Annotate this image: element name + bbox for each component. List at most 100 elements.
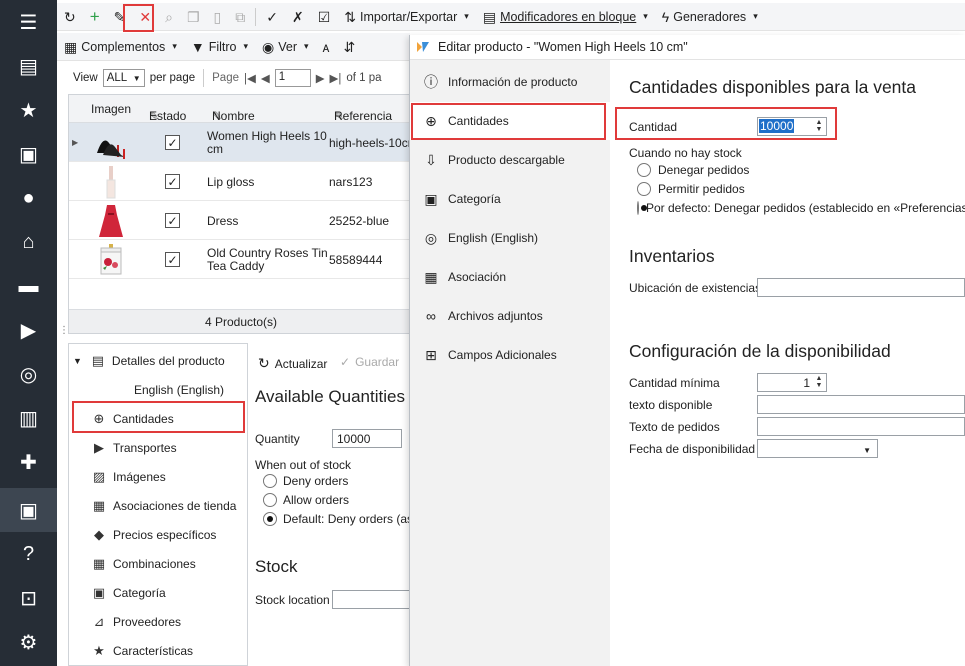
comment-icon[interactable]: ▬ bbox=[0, 264, 57, 308]
pager-bar: View ALL ▼ per page Page |◀ ◀ 1 ▶ ▶| of 1… bbox=[68, 66, 413, 90]
next-page-icon[interactable]: ▶ bbox=[316, 71, 325, 85]
inbox-icon[interactable]: ▣ bbox=[0, 132, 57, 176]
allow-orders-radio[interactable]: Permitir pedidos bbox=[637, 182, 745, 196]
chart-icon[interactable]: ▥ bbox=[0, 396, 57, 440]
stock-location-input[interactable] bbox=[332, 590, 414, 609]
nav-item-extra-fields[interactable]: ⊞ Campos Adicionales bbox=[410, 336, 610, 374]
quantity-input[interactable]: 10000 bbox=[332, 429, 402, 448]
prev-page-icon[interactable]: ◀ bbox=[261, 71, 270, 85]
tree-item-specific-prices[interactable]: ◆ Precios específicos bbox=[91, 524, 269, 546]
default-orders-radio[interactable]: Por defecto: Denegar pedidos (establecid… bbox=[637, 201, 965, 215]
radio-button[interactable] bbox=[263, 474, 277, 488]
page-number-input[interactable]: 1 bbox=[274, 69, 311, 87]
status-checkbox[interactable]: ✓ bbox=[165, 213, 180, 228]
order-text-input[interactable] bbox=[757, 417, 965, 436]
filter-menu[interactable]: ▼ Filtro bbox=[184, 35, 255, 59]
tree-item-shop-associations[interactable]: ▦ Asociaciones de tienda bbox=[91, 495, 269, 517]
table-row[interactable]: ▶ ✓ Women High Heels 10 cm high-heels-10… bbox=[69, 123, 413, 162]
stock-location-input[interactable] bbox=[757, 278, 965, 297]
nav-item-downloadable[interactable]: ⇩ Producto descargable bbox=[410, 141, 610, 179]
status-cell[interactable]: ✓ bbox=[165, 162, 180, 201]
addons-menu[interactable]: ▦ Complementos bbox=[57, 35, 184, 59]
tree-item-category[interactable]: ▣ Categoría bbox=[91, 582, 269, 604]
last-page-icon[interactable]: ▶| bbox=[330, 71, 342, 85]
name-cell[interactable]: Old Country Roses Tin Tea Caddy bbox=[207, 240, 329, 279]
star-icon[interactable]: ★ bbox=[0, 88, 57, 132]
nav-item-category[interactable]: ▣ Categoría bbox=[410, 180, 610, 218]
hamburger-icon[interactable]: ☰ bbox=[0, 0, 57, 44]
name-cell[interactable]: Lip gloss bbox=[207, 162, 329, 201]
status-cell[interactable]: ✓ bbox=[165, 123, 180, 162]
settings-icon[interactable]: ⚙ bbox=[0, 620, 57, 664]
status-checkbox[interactable]: ✓ bbox=[165, 135, 180, 150]
tree-item-combinations[interactable]: ▦ Combinaciones bbox=[91, 553, 269, 575]
name-cell[interactable]: Dress bbox=[207, 201, 329, 240]
available-text-input[interactable] bbox=[757, 395, 965, 414]
tree-item-images[interactable]: ▨ Imágenes bbox=[91, 466, 269, 488]
checkmark-box-icon[interactable]: ☑ bbox=[311, 5, 338, 29]
globe-icon[interactable]: ◎ bbox=[0, 352, 57, 396]
tree-item-suppliers[interactable]: ⊿ Proveedores bbox=[91, 611, 269, 633]
reference-cell[interactable]: nars123 bbox=[329, 162, 413, 201]
truck-icon[interactable]: ▶ bbox=[0, 308, 57, 352]
availability-date-picker[interactable]: ▼ bbox=[757, 439, 878, 458]
generators-menu[interactable]: ϟ Generadores bbox=[655, 5, 765, 29]
status-cell[interactable]: ✓ bbox=[165, 240, 180, 279]
table-row[interactable]: ✓ Lip gloss nars123 bbox=[69, 162, 413, 201]
bulk-modifiers-menu[interactable]: ▤ Modificadores en bloque bbox=[476, 5, 655, 29]
name-cell[interactable]: Women High Heels 10 cm bbox=[207, 123, 329, 162]
font-icon[interactable]: ᴀ bbox=[316, 35, 337, 59]
radio-button[interactable] bbox=[637, 182, 651, 196]
tree-item-carriers[interactable]: ▶ Transportes bbox=[91, 437, 269, 459]
lip-gloss-image bbox=[106, 165, 116, 198]
view-menu[interactable]: ◉ Ver bbox=[255, 35, 316, 59]
radio-button[interactable] bbox=[637, 201, 647, 215]
minimum-quantity-spinner[interactable]: ▲ ▼ bbox=[813, 375, 825, 390]
default-orders-radio[interactable]: Default: Deny orders (as bbox=[263, 512, 413, 526]
box-icon[interactable]: ▣ bbox=[0, 488, 57, 532]
copy-icon[interactable]: ❐ bbox=[180, 5, 207, 29]
allow-orders-radio[interactable]: Allow orders bbox=[263, 493, 349, 507]
first-page-icon[interactable]: |◀ bbox=[244, 71, 256, 85]
table-row[interactable]: ✓ Old Country Roses Tin Tea Caddy 585894… bbox=[69, 240, 413, 279]
deny-orders-radio[interactable]: Deny orders bbox=[263, 474, 348, 488]
nav-item-association[interactable]: ▦ Asociación bbox=[410, 258, 610, 296]
checkmark-x-icon[interactable]: ✗ bbox=[285, 5, 311, 29]
status-checkbox[interactable]: ✓ bbox=[165, 174, 180, 189]
deny-orders-radio[interactable]: Denegar pedidos bbox=[637, 163, 749, 177]
reference-cell[interactable]: 58589444 bbox=[329, 240, 413, 279]
lock-icon[interactable]: ⊡ bbox=[0, 576, 57, 620]
radio-button[interactable] bbox=[263, 493, 277, 507]
radio-button[interactable] bbox=[637, 163, 651, 177]
help-icon[interactable]: ? bbox=[0, 532, 57, 576]
nav-item-product-info[interactable]: ⓘ Información de producto bbox=[410, 63, 610, 101]
radio-button[interactable] bbox=[263, 512, 277, 526]
nav-item-english[interactable]: ◎ English (English) bbox=[410, 219, 610, 257]
tree-root-product-details[interactable]: ▼ ▤ Detalles del producto bbox=[73, 350, 251, 372]
store-icon[interactable]: ▤ bbox=[0, 44, 57, 88]
per-page-select[interactable]: ALL ▼ bbox=[102, 69, 145, 87]
reference-cell[interactable]: high-heels-10cm bbox=[329, 123, 413, 162]
basket-icon[interactable]: ⌂ bbox=[0, 220, 57, 264]
add-icon[interactable]: + bbox=[83, 5, 107, 29]
checkmark-down-icon[interactable]: ✓ bbox=[259, 5, 285, 29]
user-icon[interactable]: ● bbox=[0, 176, 57, 220]
splitter-handle[interactable]: ⋮ bbox=[59, 325, 69, 336]
refresh-button[interactable]: ↻ Actualizar bbox=[258, 355, 327, 372]
puzzle-icon[interactable]: ✚ bbox=[0, 440, 57, 484]
find-icon[interactable]: ⌕ bbox=[158, 5, 180, 29]
refresh-icon[interactable]: ↻ bbox=[57, 5, 83, 29]
minimum-quantity-input[interactable]: 1 ▲ ▼ bbox=[757, 373, 827, 392]
status-cell[interactable]: ✓ bbox=[165, 201, 180, 240]
nav-item-attachments[interactable]: ∞ Archivos adjuntos bbox=[410, 297, 610, 335]
duplicate-icon[interactable]: ⧉ bbox=[228, 5, 252, 29]
sort-icon[interactable]: ⇵ bbox=[336, 35, 362, 59]
table-row[interactable]: ✓ Dress 25252-blue bbox=[69, 201, 413, 240]
import-export-menu[interactable]: ⇅ Importar/Exportar bbox=[337, 5, 476, 29]
column-header-image[interactable]: Imagen bbox=[91, 102, 131, 116]
status-checkbox[interactable]: ✓ bbox=[165, 252, 180, 267]
tree-item-features[interactable]: ★ Características bbox=[91, 640, 269, 662]
reference-cell[interactable]: 25252-blue bbox=[329, 201, 413, 240]
save-button[interactable]: ✓ Guardar bbox=[340, 355, 399, 369]
paste-icon[interactable]: ▯ bbox=[207, 5, 229, 29]
